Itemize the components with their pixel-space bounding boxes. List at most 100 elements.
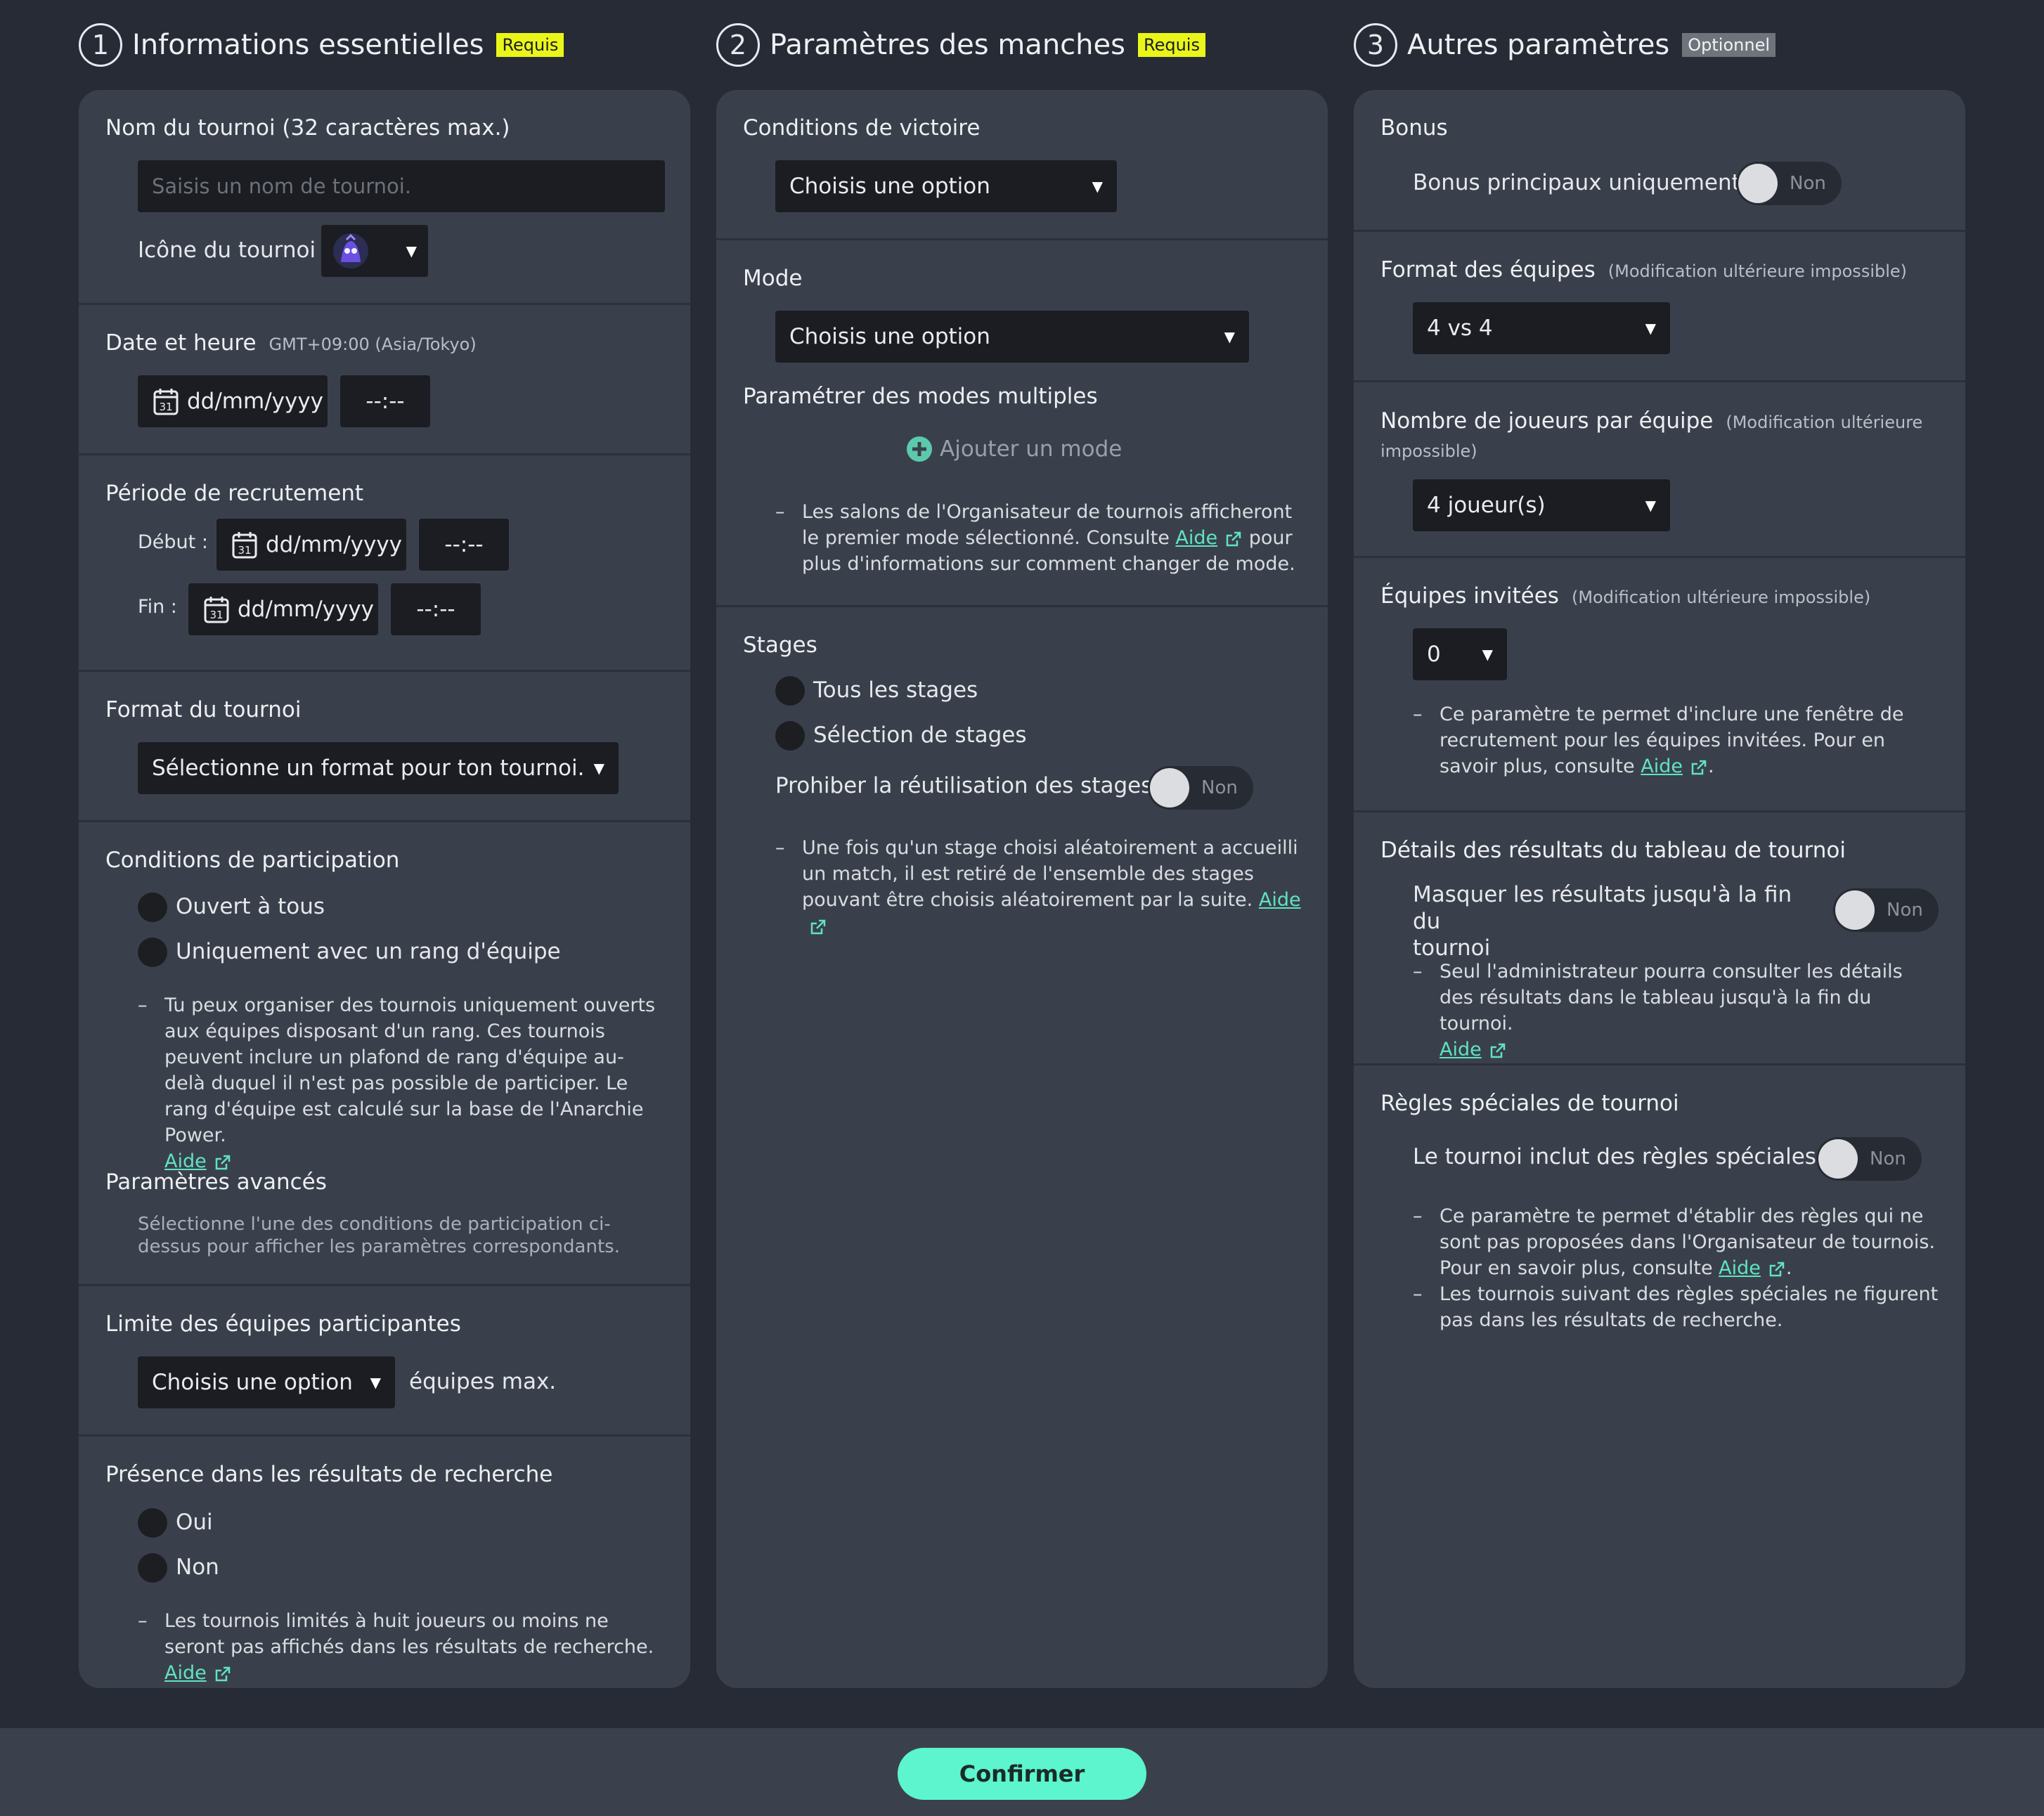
help-link[interactable]: Aide bbox=[1259, 889, 1301, 911]
optional-badge: Optionnel bbox=[1682, 33, 1776, 57]
tournament-name-input[interactable]: Saisis un nom de tournoi. bbox=[138, 160, 665, 212]
chevron-down-icon: ▼ bbox=[1224, 328, 1235, 345]
prohibit-reuse-label: Prohiber la réutilisation des stages bbox=[775, 773, 1153, 798]
chevron-down-icon: ▼ bbox=[406, 242, 417, 259]
end-date-input[interactable]: 31 dd/mm/yyyy bbox=[188, 583, 378, 635]
team-format-select[interactable]: 4 vs 4 ▼ bbox=[1413, 302, 1670, 354]
required-badge: Requis bbox=[1137, 33, 1205, 57]
special-rules-label: Le tournoi inclut des règles spéciales. bbox=[1413, 1144, 1823, 1169]
time-input[interactable]: --:-- bbox=[340, 375, 430, 427]
section-title: Conditions de participation bbox=[105, 848, 400, 873]
bonus-label: Bonus principaux uniquement bbox=[1413, 170, 1740, 195]
help-link[interactable]: Aide bbox=[1175, 527, 1217, 549]
chevron-down-icon: ▼ bbox=[593, 760, 604, 777]
help-link[interactable]: Aide bbox=[164, 1662, 207, 1684]
radio-all-stages[interactable] bbox=[775, 676, 805, 706]
section-title: Date et heure GMT+09:00 (Asia/Tokyo) bbox=[105, 330, 477, 356]
section-title: Format des équipes (Modification ultérieu… bbox=[1380, 257, 1908, 283]
section-title: Règles spéciales de tournoi bbox=[1380, 1091, 1679, 1116]
tournament-avatar-icon bbox=[333, 233, 368, 268]
invited-teams-note: – Ce paramètre te permet d'inclure une f… bbox=[1413, 703, 1904, 777]
players-select[interactable]: 4 joueur(s) ▼ bbox=[1413, 479, 1670, 531]
section-mode: Mode Choisis une option ▼ Paramétrer des… bbox=[716, 240, 1328, 607]
add-mode-button[interactable]: Ajouter un mode bbox=[906, 436, 1122, 462]
column-header-3: 3 Autres paramètres Optionnel bbox=[1354, 21, 1776, 69]
calendar-icon: 31 bbox=[153, 389, 179, 415]
section-title: Conditions de victoire bbox=[743, 115, 981, 141]
select-value: Choisis une option bbox=[152, 1370, 353, 1395]
participation-note: – Tu peux organiser des tournois uniquem… bbox=[138, 994, 656, 1172]
hide-results-label: Masquer les résultats jusqu'à la fin du t… bbox=[1413, 882, 1792, 961]
mode-select[interactable]: Choisis une option ▼ bbox=[775, 311, 1249, 363]
start-time-input[interactable]: --:-- bbox=[419, 519, 509, 571]
toggle-state: Non bbox=[1887, 900, 1923, 921]
panel-round-settings: Conditions de victoire Choisis une optio… bbox=[716, 90, 1328, 1688]
select-value: 4 vs 4 bbox=[1427, 316, 1493, 341]
results-note: – Seul l'administrateur pourra consulter… bbox=[1413, 961, 1903, 1061]
prohibit-reuse-toggle[interactable]: Non bbox=[1148, 766, 1253, 810]
chevron-down-icon: ▼ bbox=[1482, 646, 1493, 663]
radio-label: Ouvert à tous bbox=[176, 894, 325, 919]
column-title: Autres paramètres bbox=[1407, 29, 1670, 61]
radio-stage-selection[interactable] bbox=[775, 721, 805, 751]
column-title: Informations essentielles bbox=[132, 29, 484, 61]
icon-label: Icône du tournoi bbox=[138, 238, 316, 263]
step-number: 1 bbox=[79, 23, 122, 67]
section-victory-conditions: Conditions de victoire Choisis une optio… bbox=[716, 90, 1328, 240]
toggle-knob bbox=[1818, 1139, 1858, 1179]
chevron-down-icon: ▼ bbox=[370, 1374, 381, 1391]
start-date-input[interactable]: 31 dd/mm/yyyy bbox=[216, 519, 406, 571]
date-input[interactable]: 31 dd/mm/yyyy bbox=[138, 375, 328, 427]
section-players-per-team: Nombre de joueurs par équipe (Modificatio… bbox=[1354, 382, 1965, 558]
end-time-input[interactable]: --:-- bbox=[391, 583, 481, 635]
time-value: --:-- bbox=[416, 597, 455, 622]
mode-note: – Les salons de l'Organisateur de tourno… bbox=[775, 501, 1295, 575]
select-value: 0 bbox=[1427, 642, 1441, 667]
victory-select[interactable]: Choisis une option ▼ bbox=[775, 160, 1117, 212]
radio-search-yes[interactable] bbox=[138, 1508, 167, 1538]
svg-text:31: 31 bbox=[159, 401, 172, 413]
radio-open-to-all[interactable] bbox=[138, 893, 167, 922]
help-link[interactable]: Aide bbox=[1641, 755, 1683, 777]
svg-text:31: 31 bbox=[209, 609, 223, 621]
section-title: Nombre de joueurs par équipe (Modificatio… bbox=[1380, 408, 1923, 461]
help-link[interactable]: Aide bbox=[1440, 1039, 1482, 1061]
section-title: Limite des équipes participantes bbox=[105, 1311, 461, 1337]
radio-label: Non bbox=[176, 1555, 219, 1580]
special-rules-note-2: – Les tournois suivant des règles spécia… bbox=[1413, 1283, 1939, 1331]
timezone-note: GMT+09:00 (Asia/Tokyo) bbox=[269, 335, 477, 354]
section-invited-teams: Équipes invitées (Modification ultérieure… bbox=[1354, 558, 1965, 812]
invited-teams-select[interactable]: 0 ▼ bbox=[1413, 628, 1507, 680]
column-header-1: 1 Informations essentielles Requis bbox=[79, 21, 564, 69]
special-rules-note-1: – Ce paramètre te permet d'établir des r… bbox=[1413, 1205, 1936, 1279]
section-bonus: Bonus Bonus principaux uniquement Non bbox=[1354, 90, 1965, 232]
svg-text:31: 31 bbox=[238, 544, 251, 557]
calendar-icon: 31 bbox=[232, 532, 257, 559]
section-recruitment-period: Période de recrutement Début : 31 dd/mm/… bbox=[79, 455, 690, 672]
toggle-knob bbox=[1738, 164, 1778, 203]
section-tournament-format: Format du tournoi Sélectionne un format … bbox=[79, 672, 690, 822]
section-team-format: Format des équipes (Modification ultérieu… bbox=[1354, 232, 1965, 382]
radio-team-rank-only[interactable] bbox=[138, 938, 167, 967]
hide-results-toggle[interactable]: Non bbox=[1833, 888, 1939, 932]
advanced-settings-note: Sélectionne l'une des conditions de part… bbox=[138, 1214, 620, 1257]
help-link[interactable]: Aide bbox=[1719, 1257, 1761, 1279]
confirm-button[interactable]: Confirmer bbox=[898, 1748, 1146, 1800]
column-title: Paramètres des manches bbox=[770, 29, 1125, 61]
external-link-icon bbox=[215, 1155, 230, 1169]
external-link-icon bbox=[1691, 760, 1707, 774]
format-select[interactable]: Sélectionne un format pour ton tournoi. … bbox=[138, 742, 619, 794]
section-team-limit: Limite des équipes participantes Choisis… bbox=[79, 1286, 690, 1436]
stages-note: – Une fois qu'un stage choisi aléatoirem… bbox=[775, 835, 1309, 939]
section-title: Stages bbox=[743, 633, 817, 658]
tournament-icon-select[interactable]: ▼ bbox=[321, 225, 428, 277]
step-number: 2 bbox=[716, 23, 760, 67]
team-limit-select[interactable]: Choisis une option ▼ bbox=[138, 1356, 395, 1408]
bonus-toggle[interactable]: Non bbox=[1736, 162, 1842, 205]
end-label: Fin : bbox=[138, 596, 177, 618]
advanced-settings-title: Paramètres avancés bbox=[105, 1169, 327, 1195]
radio-search-no[interactable] bbox=[138, 1553, 167, 1583]
special-rules-toggle[interactable]: Non bbox=[1816, 1137, 1922, 1181]
select-value: Choisis une option bbox=[789, 174, 990, 199]
required-badge: Requis bbox=[496, 33, 564, 57]
